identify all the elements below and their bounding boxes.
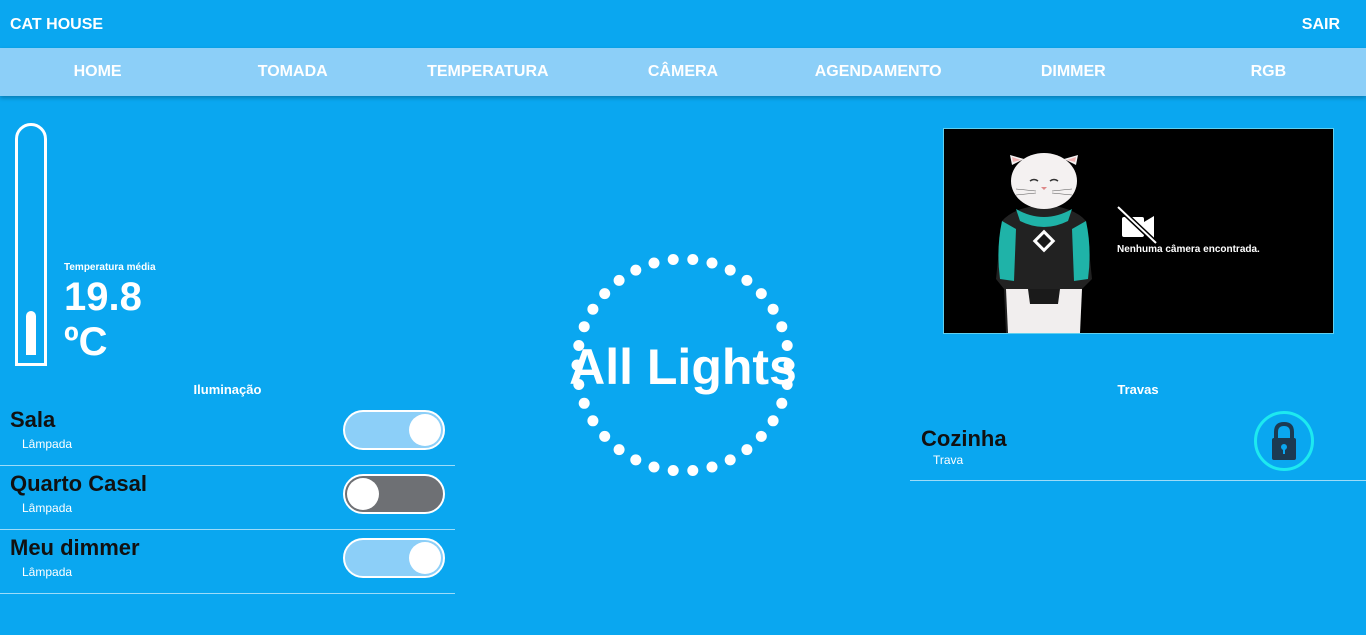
light-name: Sala	[10, 407, 56, 432]
thermometer-level	[26, 311, 36, 355]
camera-not-found-message: Nenhuma câmera encontrada.	[1117, 244, 1260, 255]
ring-dot	[776, 321, 788, 333]
nav-home[interactable]: HOME	[0, 48, 195, 96]
nav-tomada[interactable]: TOMADA	[195, 48, 390, 96]
padlock-icon	[1272, 421, 1296, 460]
nav-temperatura[interactable]: TEMPERATURA	[390, 48, 585, 96]
nav-rgb[interactable]: RGB	[1171, 48, 1366, 96]
all-lights-button[interactable]: All Lights	[560, 250, 806, 480]
ring-dot	[599, 430, 611, 442]
ring-dot	[613, 274, 625, 286]
logout-button[interactable]: SAIR	[1302, 16, 1340, 34]
ring-dot	[687, 254, 699, 265]
brand-title: CAT HOUSE	[10, 16, 104, 33]
toggle-knob	[347, 478, 379, 510]
ring-dot	[724, 454, 736, 466]
light-type: Lâmpada	[22, 437, 73, 451]
light-row-quarto-casal: Quarto Casal Lâmpada	[0, 465, 455, 530]
thermometer	[15, 123, 47, 366]
toggle-knob	[409, 414, 441, 446]
ring-dot	[667, 465, 679, 476]
light-row-meu-dimmer: Meu dimmer Lâmpada	[0, 529, 455, 594]
light-row-sala: Sala Lâmpada	[0, 401, 455, 466]
ring-dot	[741, 274, 753, 286]
ring-dot	[587, 303, 599, 315]
ring-dot	[667, 254, 679, 265]
ring-dot	[613, 444, 625, 456]
top-bar: CAT HOUSE SAIR	[0, 0, 1366, 48]
nav-dimmer[interactable]: DIMMER	[976, 48, 1171, 96]
lock-type: Trava	[933, 453, 964, 467]
ring-dot	[755, 288, 767, 300]
ring-dot	[648, 461, 660, 473]
ring-dot	[724, 264, 736, 276]
ring-dot	[587, 415, 599, 427]
nav-camera[interactable]: CÂMERA	[585, 48, 780, 96]
temperature-value: 19.8	[64, 275, 142, 319]
ring-dot	[599, 288, 611, 300]
ring-dot	[755, 430, 767, 442]
ring-dot	[767, 415, 779, 427]
light-toggle-meu-dimmer[interactable]	[343, 538, 445, 578]
camera-off-icon	[1116, 205, 1158, 245]
lock-toggle-cozinha[interactable]	[1254, 411, 1314, 471]
light-type: Lâmpada	[22, 501, 73, 515]
ring-dot	[578, 321, 590, 333]
light-toggle-sala[interactable]	[343, 410, 445, 450]
ring-dot	[776, 397, 788, 409]
ring-dot	[578, 397, 590, 409]
temperature-unit: ºC	[64, 320, 108, 364]
light-name: Meu dimmer	[10, 535, 140, 560]
lock-row-cozinha: Cozinha Trava	[910, 410, 1366, 481]
ring-dot	[741, 444, 753, 456]
ring-dot	[630, 264, 642, 276]
camera-preview: Nenhuma câmera encontrada.	[943, 128, 1334, 334]
ring-dot	[706, 257, 718, 269]
light-toggle-quarto-casal[interactable]	[343, 474, 445, 514]
light-name: Quarto Casal	[10, 471, 147, 496]
ring-dot	[648, 257, 660, 269]
ring-dot	[630, 454, 642, 466]
lighting-title: Iluminação	[193, 382, 262, 397]
ring-dot	[687, 465, 699, 476]
locks-title: Travas	[1117, 382, 1159, 397]
main-navbar: HOME TOMADA TEMPERATURA CÂMERA AGENDAMEN…	[0, 48, 1366, 96]
all-lights-label[interactable]: All Lights	[560, 338, 806, 396]
temperature-label: Temperatura média	[64, 262, 156, 273]
nav-agendamento[interactable]: AGENDAMENTO	[781, 48, 976, 96]
light-type: Lâmpada	[22, 565, 73, 579]
ring-dot	[767, 303, 779, 315]
lock-name: Cozinha	[921, 426, 1007, 451]
ring-dot	[706, 461, 718, 473]
toggle-knob	[409, 542, 441, 574]
